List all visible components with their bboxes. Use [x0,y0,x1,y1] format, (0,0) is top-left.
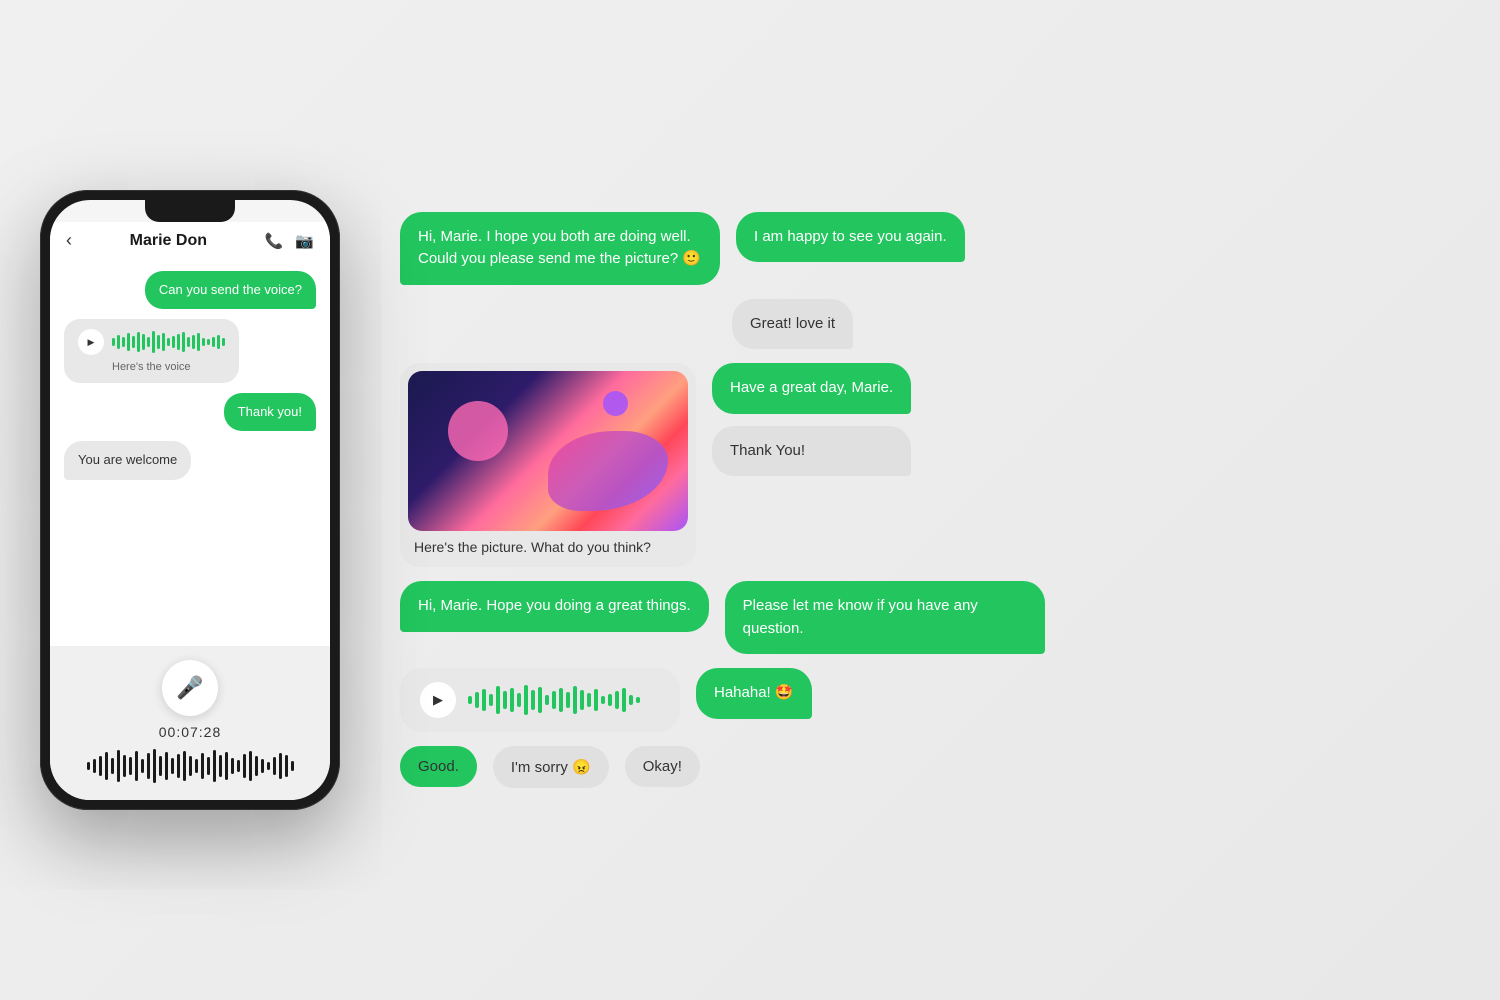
chat-bubble-5: Thank You! [712,426,911,477]
chat-bubble-2: I am happy to see you again. [736,212,965,263]
chat-row-4: Hi, Marie. Hope you doing a great things… [400,581,1460,654]
chat-bubble-good: Good. [400,746,477,787]
waveform-medium [468,684,660,716]
voice-bubble-large[interactable]: ▶ [400,668,680,732]
image-content [408,371,688,531]
phone-notch [145,200,235,222]
image-blob [548,431,668,511]
contact-name: Marie Don [130,232,207,250]
recording-timer: 00:07:28 [159,724,222,740]
chat-row-6: Good. I'm sorry 😠 Okay! [400,746,1460,788]
voice-message[interactable]: ▶ [64,319,239,383]
waveform-small [112,330,225,354]
chat-row-5: ▶ [400,668,1460,732]
main-container: ‹ Marie Don 📞 📷 Can you send the voice? … [0,0,1500,1000]
play-button[interactable]: ▶ [78,329,104,355]
video-icon[interactable]: 📷 [295,232,314,250]
phone: ‹ Marie Don 📞 📷 Can you send the voice? … [40,190,340,810]
chat-row-1: Hi, Marie. I hope you both are doing wel… [400,212,1460,285]
chat-bubble-4: Have a great day, Marie. [712,363,911,414]
sent-message-1: Can you send the voice? [145,271,316,309]
phone-action-icons: 📞 📷 [265,232,314,250]
chat-row-2: Great! love it [400,299,1460,350]
chat-row-3: Here's the picture. What do you think? H… [400,363,1460,567]
voice-inner: ▶ [78,329,225,355]
phone-wrapper: ‹ Marie Don 📞 📷 Can you send the voice? … [40,190,340,810]
waveform-large [66,748,314,784]
received-message-1: You are welcome [64,441,191,479]
chat-bubble-sorry: I'm sorry 😠 [493,746,609,788]
chat-bubble-8: Hahaha! 🤩 [696,668,812,719]
play-button-large[interactable]: ▶ [420,682,456,718]
chat-bubble-1: Hi, Marie. I hope you both are doing wel… [400,212,720,285]
chat-bubble-6: Hi, Marie. Hope you doing a great things… [400,581,709,632]
chat-bubble-3: Great! love it [732,299,853,350]
mic-button[interactable]: 🎤 [162,660,218,716]
phone-recording-area: 🎤 00:07:28 [50,646,330,800]
phone-screen: ‹ Marie Don 📞 📷 Can you send the voice? … [50,200,330,800]
voice-label: Here's the voice [112,361,225,373]
phone-messages: Can you send the voice? ▶ [50,259,330,646]
chat-bubble-okay: Okay! [625,746,700,787]
sent-message-2: Thank you! [224,393,316,431]
chat-section: Hi, Marie. I hope you both are doing wel… [400,40,1460,960]
phone-header: ‹ Marie Don 📞 📷 [50,222,330,259]
call-icon[interactable]: 📞 [265,232,284,250]
image-bubble: Here's the picture. What do you think? [400,363,696,567]
back-button[interactable]: ‹ [66,230,72,251]
chat-bubble-7: Please let me know if you have any quest… [725,581,1045,654]
image-caption: Here's the picture. What do you think? [400,531,696,555]
